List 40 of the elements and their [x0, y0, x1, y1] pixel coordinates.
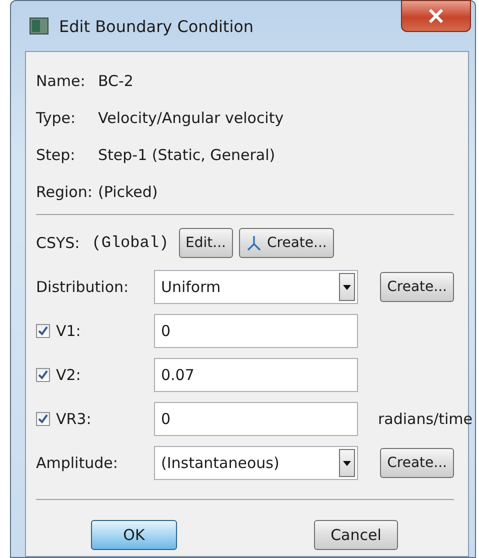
field-label: Type:: [36, 108, 77, 126]
field-value: (Picked): [98, 182, 158, 200]
input-field[interactable]: 0: [154, 314, 358, 348]
component-label: V1:: [56, 322, 81, 340]
field-label: Name:: [36, 72, 86, 90]
ok-button[interactable]: OK: [91, 520, 177, 550]
distribution-label: Distribution:: [36, 278, 130, 296]
amplitude-label: Amplitude:: [36, 454, 119, 472]
field-value: BC-2: [98, 72, 134, 90]
dropdown[interactable]: (Instantaneous): [154, 446, 358, 480]
caret-icon: [343, 284, 351, 290]
app-icon: [29, 17, 49, 35]
close-icon: [428, 9, 444, 23]
component-label: VR3:: [56, 410, 92, 428]
checkbox[interactable]: [36, 412, 50, 426]
input-field[interactable]: 0: [154, 402, 358, 436]
csys-value: (Global): [92, 234, 169, 252]
create-button[interactable]: Create...: [380, 448, 454, 478]
close-button[interactable]: [401, 0, 471, 32]
checkmark-icon: [38, 326, 48, 336]
axes-icon: [246, 235, 262, 251]
field-value: Step-1 (Static, General): [98, 146, 276, 164]
checkmark-icon: [38, 370, 48, 380]
csys-label: CSYS:: [36, 234, 80, 252]
cancel-button[interactable]: Cancel: [314, 520, 398, 550]
component-label: V2:: [56, 366, 81, 384]
field-label: Region:: [36, 182, 94, 200]
caret-icon: [343, 460, 351, 466]
field-value: Velocity/Angular velocity: [98, 108, 284, 126]
create-button[interactable]: Create...: [380, 272, 454, 302]
edit-button[interactable]: Edit...: [178, 228, 234, 258]
field-label: Step:: [36, 146, 76, 164]
window-title: Edit Boundary Condition: [59, 16, 254, 36]
checkbox[interactable]: [36, 324, 50, 338]
create-csys-button[interactable]: Create...: [239, 228, 334, 258]
checkbox[interactable]: [36, 368, 50, 382]
unit-label: radians/time: [378, 410, 473, 428]
dropdown[interactable]: Uniform: [154, 270, 358, 304]
checkmark-icon: [38, 414, 48, 424]
input-field[interactable]: 0.07: [154, 358, 358, 392]
